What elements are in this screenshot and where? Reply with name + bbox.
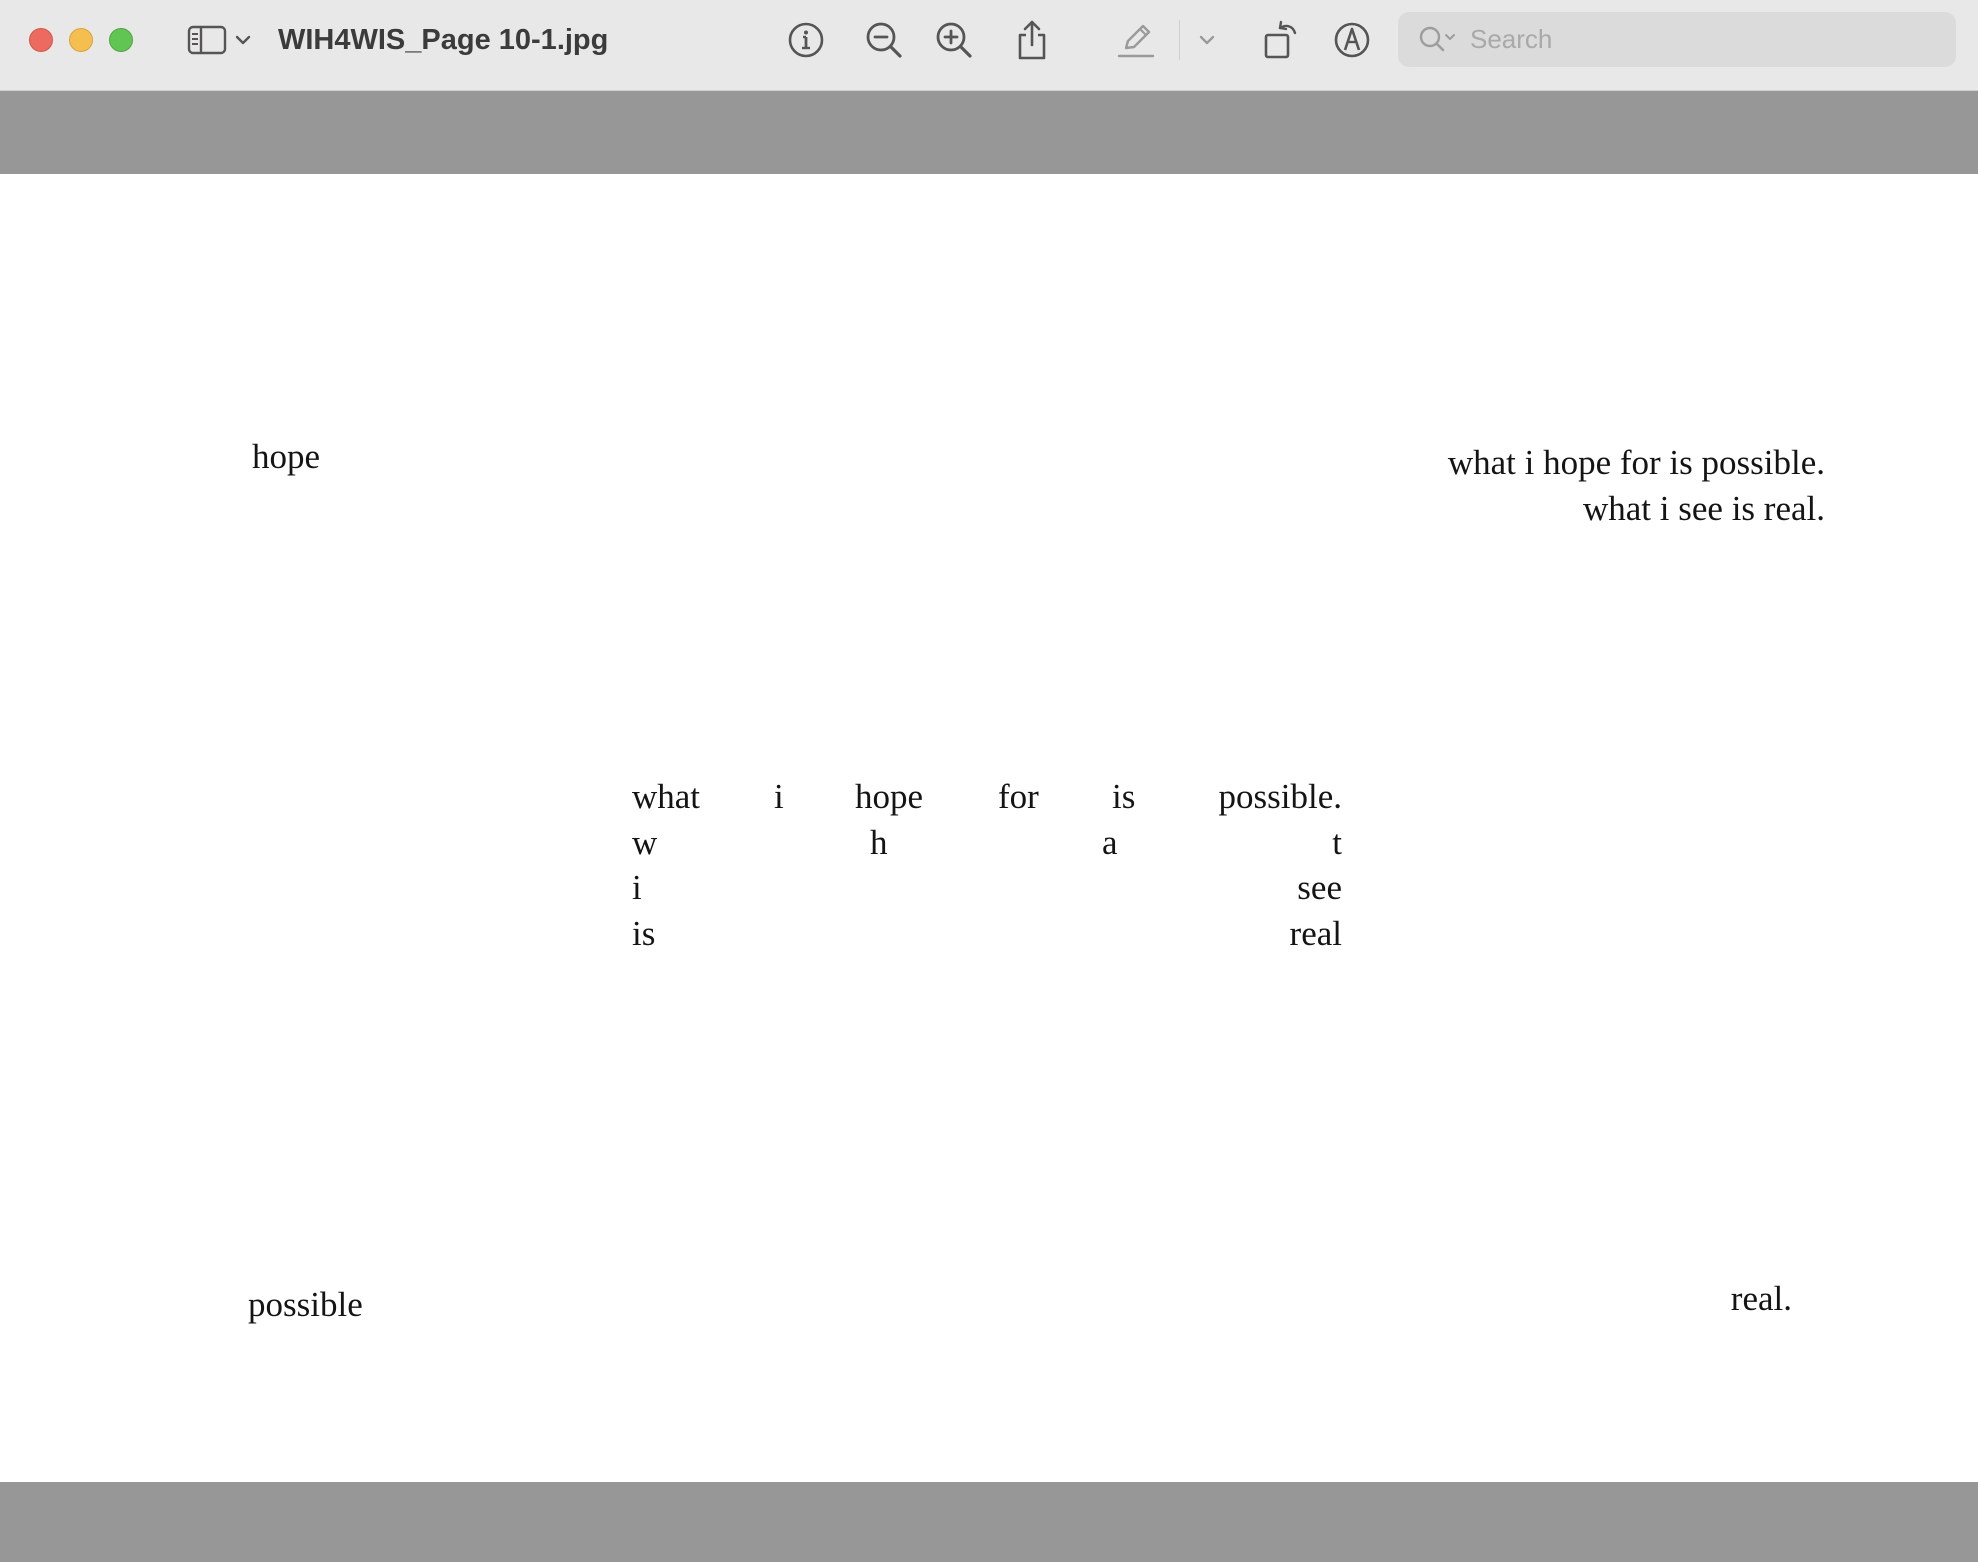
share-button[interactable] (1012, 16, 1052, 64)
sidebar-icon (187, 25, 227, 55)
zoom-button[interactable] (109, 28, 133, 52)
chevron-down-icon (235, 35, 251, 45)
markup-button[interactable] (1330, 16, 1374, 64)
search-input[interactable] (1470, 12, 1940, 67)
poem-word-top-left: hope (252, 437, 321, 476)
markup-menu-button[interactable] (1196, 16, 1218, 64)
search-field[interactable] (1398, 12, 1956, 67)
poem-word-bottom-left: possible (248, 1285, 363, 1324)
share-icon (1018, 20, 1046, 60)
sidebar-toggle-button[interactable] (184, 16, 230, 64)
poem-word-bottom-right: real. (1730, 1279, 1792, 1318)
pencil-icon (1117, 24, 1155, 58)
preview-window: WIH4WIS_Page 10-1.jpg Search hope what i… (0, 0, 1978, 1562)
close-button[interactable] (29, 28, 53, 52)
poem-grid-word: is (632, 914, 656, 953)
document-page: hope what i hope for is possible. what i… (0, 174, 1978, 1482)
info-button[interactable] (784, 16, 828, 64)
poem-grid-word: for (998, 777, 1039, 816)
search-icon (1419, 26, 1455, 52)
zoom-in-icon (936, 22, 972, 58)
highlight-button[interactable] (1115, 16, 1157, 64)
poem-grid-letter: t (1332, 823, 1342, 862)
poem-grid-word: i (774, 777, 784, 816)
poem-line-top-right-2: what i see is real. (1583, 489, 1825, 528)
rotate-icon (1264, 20, 1297, 59)
poem-grid-word: is (1112, 777, 1136, 816)
poem-grid-word: hope (855, 777, 924, 816)
poem-grid-word: what (632, 777, 701, 816)
window-title: WIH4WIS_Page 10-1.jpg (278, 24, 609, 56)
poem-grid-word: possible. (1218, 777, 1342, 816)
title-bar: WIH4WIS_Page 10-1.jpg (0, 0, 1978, 91)
sidebar-menu-button[interactable] (232, 16, 254, 64)
zoom-out-icon (866, 22, 902, 58)
zoom-in-button[interactable] (932, 16, 976, 64)
poem-grid-word: i (632, 868, 642, 907)
poem-grid-letter: a (1102, 823, 1118, 862)
poem-line-top-right-1: what i hope for is possible. (1447, 443, 1825, 482)
poem-grid-word: real (1289, 914, 1342, 953)
poem-grid-letter: h (870, 823, 888, 862)
poem-grid-word: see (1297, 868, 1342, 907)
minimize-button[interactable] (69, 28, 93, 52)
poem-grid-letter: w (632, 823, 658, 862)
toolbar-separator (1179, 20, 1180, 60)
zoom-out-button[interactable] (862, 16, 906, 64)
chevron-down-icon (1199, 35, 1215, 45)
info-icon (788, 22, 824, 58)
markup-icon (1334, 22, 1370, 58)
rotate-button[interactable] (1260, 16, 1302, 64)
